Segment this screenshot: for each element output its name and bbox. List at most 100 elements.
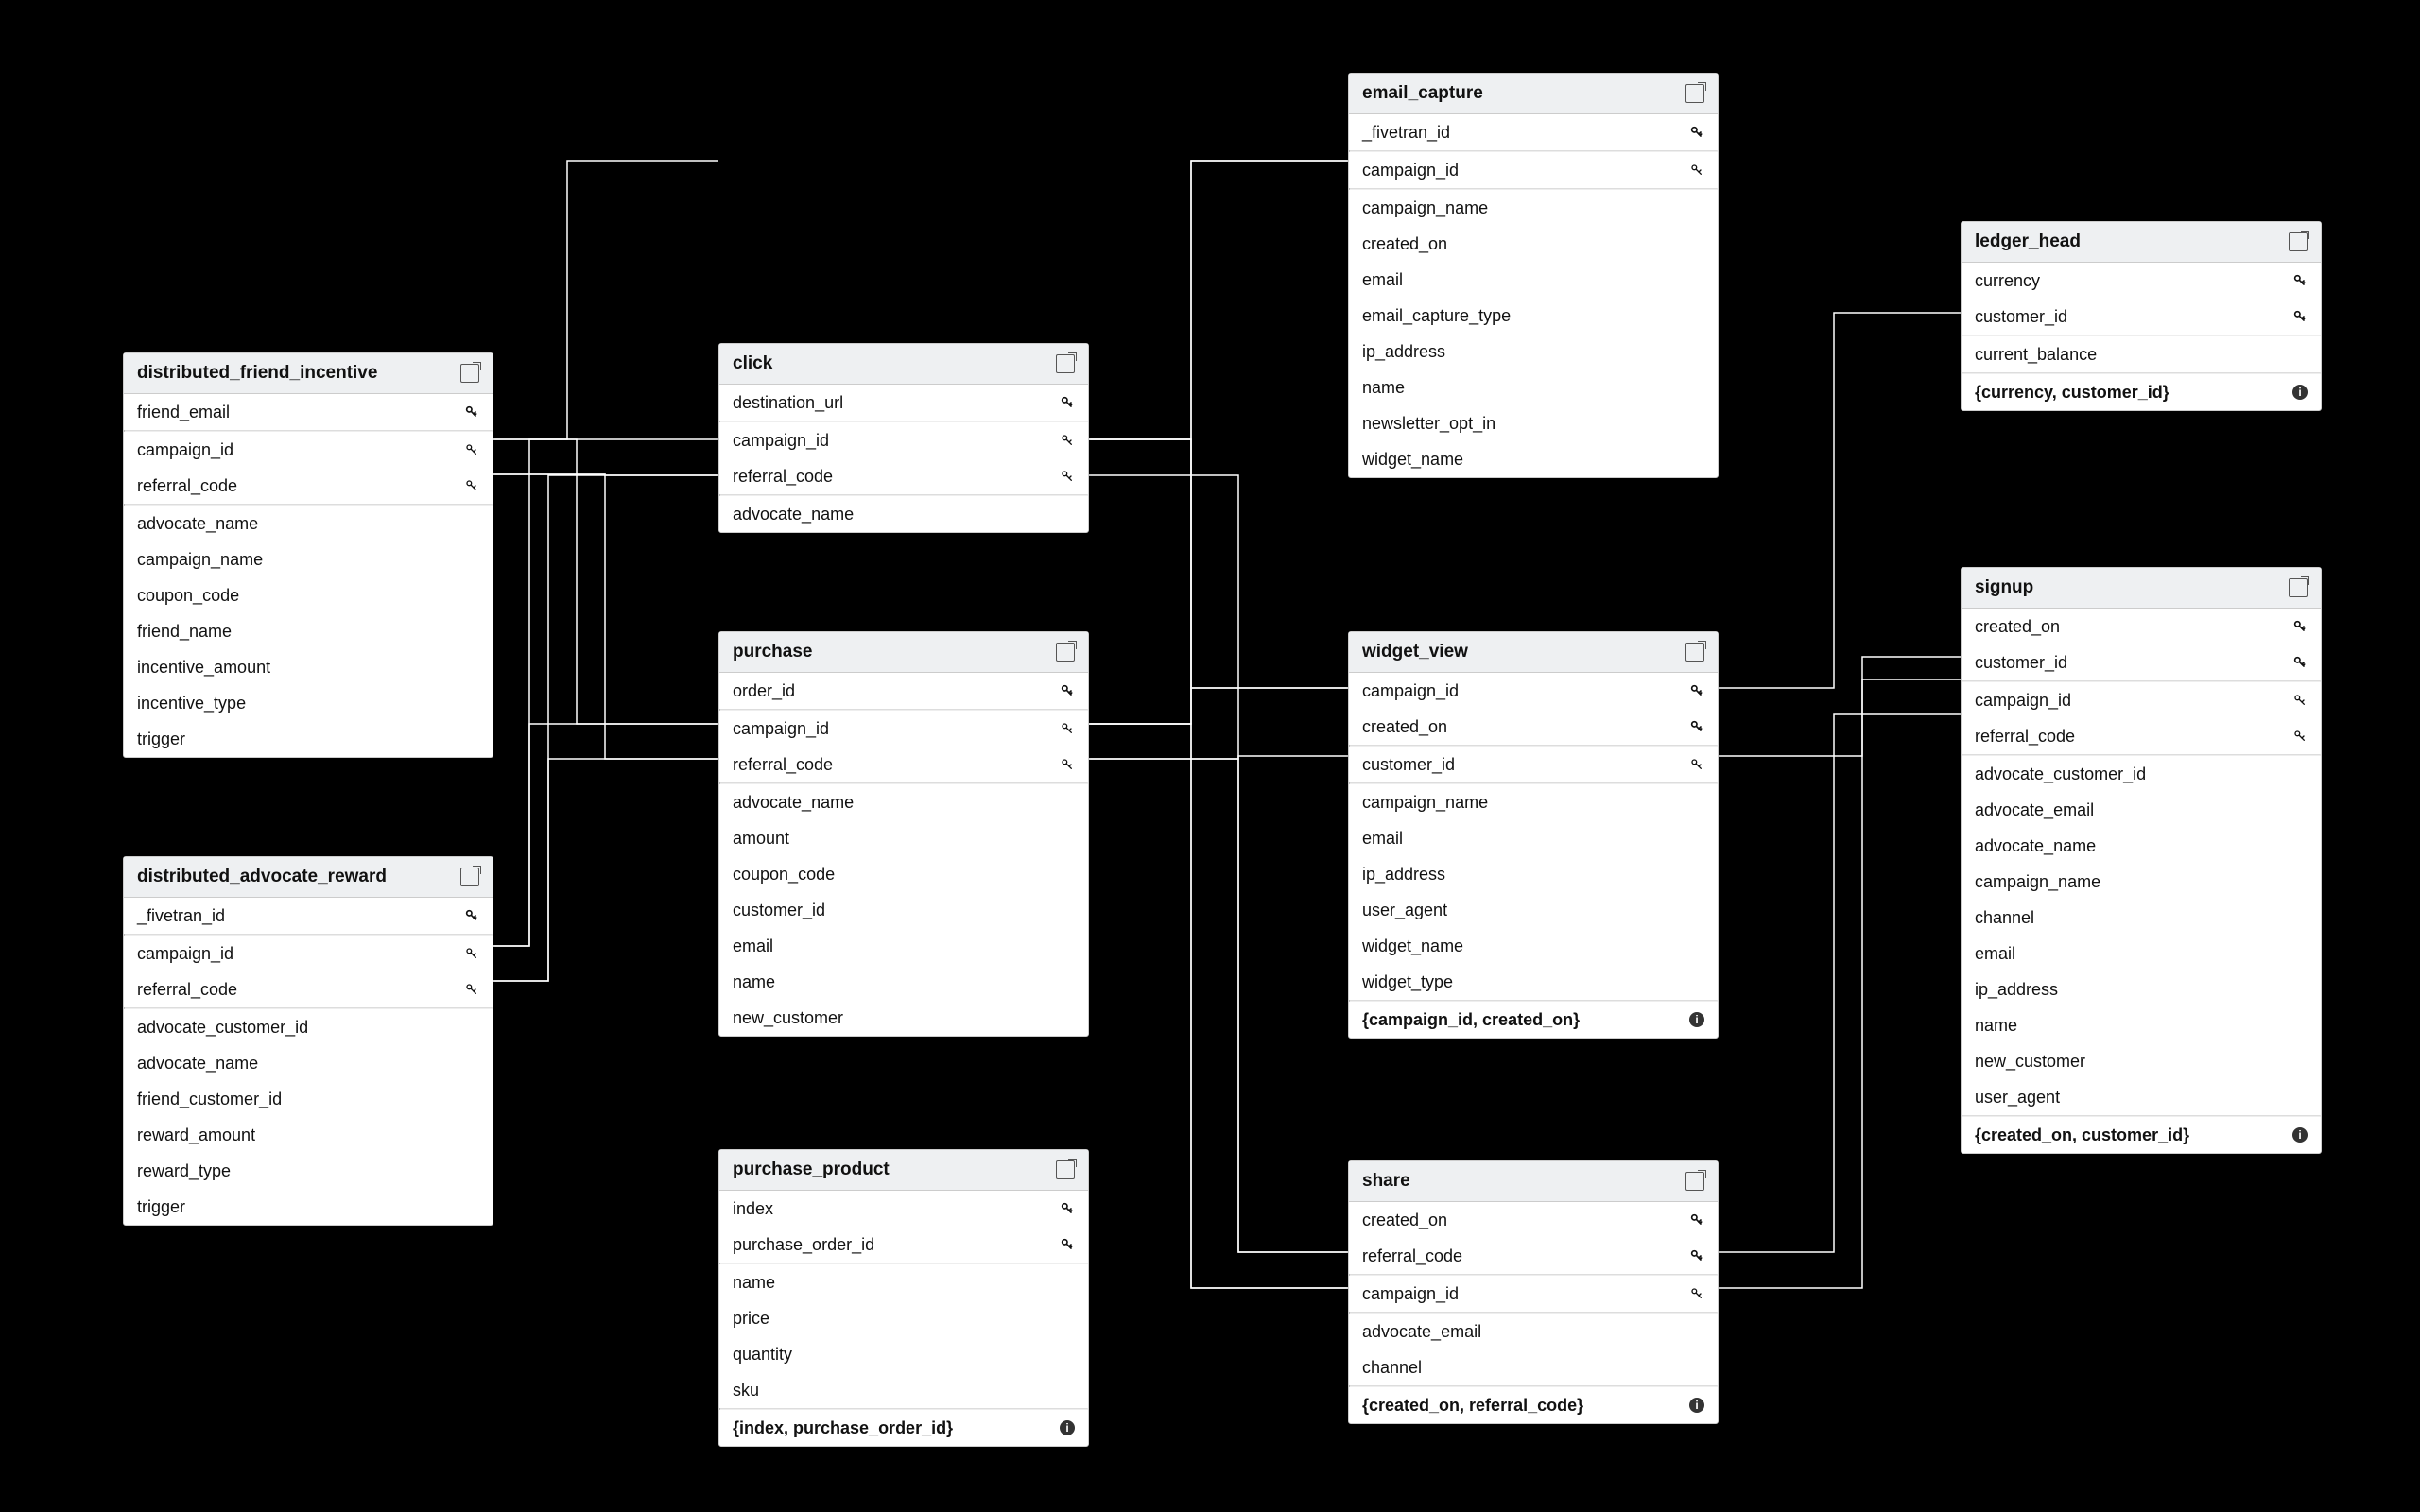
table-header[interactable]: ledger_head <box>1962 222 2321 263</box>
column-row[interactable]: referral_code <box>1349 1238 1718 1274</box>
column-row[interactable]: name <box>719 964 1088 1000</box>
column-row[interactable]: incentive_type <box>124 685 493 721</box>
column-row[interactable]: email <box>1962 936 2321 971</box>
column-row[interactable]: customer_id <box>1962 644 2321 680</box>
column-row[interactable]: _fivetran_id <box>1349 114 1718 150</box>
column-row[interactable]: widget_name <box>1349 928 1718 964</box>
column-row[interactable]: campaign_id <box>719 422 1088 458</box>
info-icon[interactable]: i <box>2292 385 2308 400</box>
column-row[interactable]: advocate_name <box>124 1045 493 1081</box>
column-row[interactable]: friend_email <box>124 394 493 430</box>
table-header[interactable]: signup <box>1962 568 2321 609</box>
column-row[interactable]: advocate_name <box>719 496 1088 532</box>
column-row[interactable]: advocate_email <box>1962 792 2321 828</box>
column-row[interactable]: referral_code <box>1962 718 2321 754</box>
table-distributed_friend_incentive[interactable]: distributed_friend_incentivefriend_email… <box>123 352 493 758</box>
column-row[interactable]: email <box>1349 262 1718 298</box>
popout-icon[interactable] <box>460 364 479 383</box>
popout-icon[interactable] <box>1056 643 1075 662</box>
column-row[interactable]: friend_name <box>124 613 493 649</box>
column-row[interactable]: campaign_name <box>1349 784 1718 820</box>
table-header[interactable]: purchase <box>719 632 1088 673</box>
popout-icon[interactable] <box>1056 1160 1075 1179</box>
column-row[interactable]: campaign_id <box>1349 1276 1718 1312</box>
column-row[interactable]: advocate_customer_id <box>124 1009 493 1045</box>
table-click[interactable]: clickdestination_urlcampaign_idreferral_… <box>718 343 1089 533</box>
column-row[interactable]: advocate_name <box>719 784 1088 820</box>
column-row[interactable]: customer_id <box>719 892 1088 928</box>
column-row[interactable]: campaign_id <box>124 432 493 468</box>
info-icon[interactable]: i <box>1689 1012 1704 1027</box>
table-header[interactable]: distributed_friend_incentive <box>124 353 493 394</box>
column-row[interactable]: destination_url <box>719 385 1088 421</box>
column-row[interactable]: reward_type <box>124 1153 493 1189</box>
column-row[interactable]: sku <box>719 1372 1088 1408</box>
column-row[interactable]: ip_address <box>1349 334 1718 369</box>
column-row[interactable]: channel <box>1962 900 2321 936</box>
column-row[interactable]: newsletter_opt_in <box>1349 405 1718 441</box>
table-purchase_product[interactable]: purchase_productindexpurchase_order_idna… <box>718 1149 1089 1447</box>
popout-icon[interactable] <box>1685 1172 1704 1191</box>
column-row[interactable]: campaign_id <box>124 936 493 971</box>
table-email_capture[interactable]: email_capture_fivetran_idcampaign_idcamp… <box>1348 73 1719 478</box>
column-row[interactable]: campaign_name <box>1349 190 1718 226</box>
popout-icon[interactable] <box>1685 84 1704 103</box>
column-row[interactable]: ip_address <box>1962 971 2321 1007</box>
table-share[interactable]: sharecreated_onreferral_codecampaign_ida… <box>1348 1160 1719 1424</box>
column-row[interactable]: name <box>1349 369 1718 405</box>
column-row[interactable]: trigger <box>124 721 493 757</box>
popout-icon[interactable] <box>460 868 479 886</box>
column-row[interactable]: advocate_name <box>1962 828 2321 864</box>
column-row[interactable]: current_balance <box>1962 336 2321 372</box>
table-header[interactable]: purchase_product <box>719 1150 1088 1191</box>
column-row[interactable]: campaign_id <box>1962 682 2321 718</box>
column-row[interactable]: currency <box>1962 263 2321 299</box>
column-row[interactable]: incentive_amount <box>124 649 493 685</box>
column-row[interactable]: customer_id <box>1962 299 2321 335</box>
popout-icon[interactable] <box>1685 643 1704 662</box>
column-row[interactable]: advocate_email <box>1349 1314 1718 1349</box>
table-signup[interactable]: signupcreated_oncustomer_idcampaign_idre… <box>1961 567 2322 1154</box>
table-purchase[interactable]: purchaseorder_idcampaign_idreferral_code… <box>718 631 1089 1037</box>
column-row[interactable]: created_on <box>1349 1202 1718 1238</box>
column-row[interactable]: user_agent <box>1962 1079 2321 1115</box>
column-row[interactable]: coupon_code <box>124 577 493 613</box>
column-row[interactable]: amount <box>719 820 1088 856</box>
popout-icon[interactable] <box>2289 232 2308 251</box>
column-row[interactable]: referral_code <box>124 468 493 504</box>
column-row[interactable]: campaign_name <box>1962 864 2321 900</box>
column-row[interactable]: friend_customer_id <box>124 1081 493 1117</box>
column-row[interactable]: customer_id <box>1349 747 1718 782</box>
table-distributed_advocate_reward[interactable]: distributed_advocate_reward_fivetran_idc… <box>123 856 493 1226</box>
column-row[interactable]: campaign_id <box>1349 673 1718 709</box>
column-row[interactable]: referral_code <box>719 458 1088 494</box>
column-row[interactable]: created_on <box>1962 609 2321 644</box>
column-row[interactable]: referral_code <box>124 971 493 1007</box>
column-row[interactable]: coupon_code <box>719 856 1088 892</box>
column-row[interactable]: ip_address <box>1349 856 1718 892</box>
column-row[interactable]: widget_name <box>1349 441 1718 477</box>
info-icon[interactable]: i <box>2292 1127 2308 1143</box>
column-row[interactable]: advocate_customer_id <box>1962 756 2321 792</box>
popout-icon[interactable] <box>2289 578 2308 597</box>
table-header[interactable]: widget_view <box>1349 632 1718 673</box>
column-row[interactable]: user_agent <box>1349 892 1718 928</box>
table-header[interactable]: share <box>1349 1161 1718 1202</box>
info-icon[interactable]: i <box>1060 1420 1075 1435</box>
column-row[interactable]: campaign_id <box>1349 152 1718 188</box>
column-row[interactable]: index <box>719 1191 1088 1227</box>
table-widget_view[interactable]: widget_viewcampaign_idcreated_oncustomer… <box>1348 631 1719 1039</box>
column-row[interactable]: referral_code <box>719 747 1088 782</box>
column-row[interactable]: email <box>719 928 1088 964</box>
table-header[interactable]: email_capture <box>1349 74 1718 114</box>
column-row[interactable]: name <box>1962 1007 2321 1043</box>
column-row[interactable]: purchase_order_id <box>719 1227 1088 1263</box>
table-header[interactable]: distributed_advocate_reward <box>124 857 493 898</box>
column-row[interactable]: price <box>719 1300 1088 1336</box>
column-row[interactable]: created_on <box>1349 226 1718 262</box>
table-ledger_head[interactable]: ledger_headcurrencycustomer_idcurrent_ba… <box>1961 221 2322 411</box>
column-row[interactable]: email_capture_type <box>1349 298 1718 334</box>
column-row[interactable]: name <box>719 1264 1088 1300</box>
column-row[interactable]: new_customer <box>1962 1043 2321 1079</box>
column-row[interactable]: campaign_name <box>124 541 493 577</box>
